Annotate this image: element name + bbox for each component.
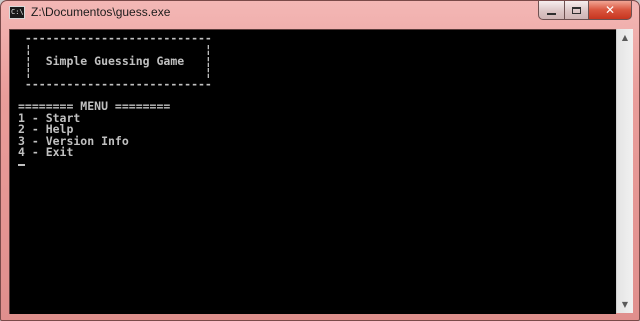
scroll-up-arrow-icon: ▲ — [621, 33, 629, 42]
vertical-scrollbar[interactable]: ▲ ▼ — [616, 29, 633, 313]
maximize-icon — [572, 6, 581, 14]
console-window: C:\. Z:\Documentos\guess.exe ✕ ---------… — [0, 0, 640, 321]
console-output-area[interactable]: --------------------------- ¦ ¦ ¦ Simple… — [9, 29, 616, 314]
banner-bottom-border: --------------------------- — [18, 76, 212, 91]
maximize-button[interactable] — [564, 1, 589, 20]
minimize-button[interactable] — [538, 1, 564, 20]
text-cursor — [18, 164, 25, 167]
title-bar[interactable]: C:\. Z:\Documentos\guess.exe ✕ — [1, 1, 639, 27]
window-title: Z:\Documentos\guess.exe — [31, 5, 171, 19]
close-button[interactable]: ✕ — [589, 1, 632, 20]
menu-option-exit: 4 - Exit — [18, 145, 74, 160]
scroll-up-button[interactable]: ▲ — [617, 29, 633, 46]
minimize-icon — [547, 12, 556, 15]
console-text: --------------------------- ¦ ¦ ¦ Simple… — [18, 32, 212, 170]
close-icon: ✕ — [604, 3, 616, 17]
scroll-down-arrow-icon: ▼ — [621, 300, 629, 309]
console-app-icon[interactable]: C:\. — [9, 6, 25, 19]
window-controls: ✕ — [538, 1, 632, 21]
scroll-down-button[interactable]: ▼ — [617, 296, 633, 313]
